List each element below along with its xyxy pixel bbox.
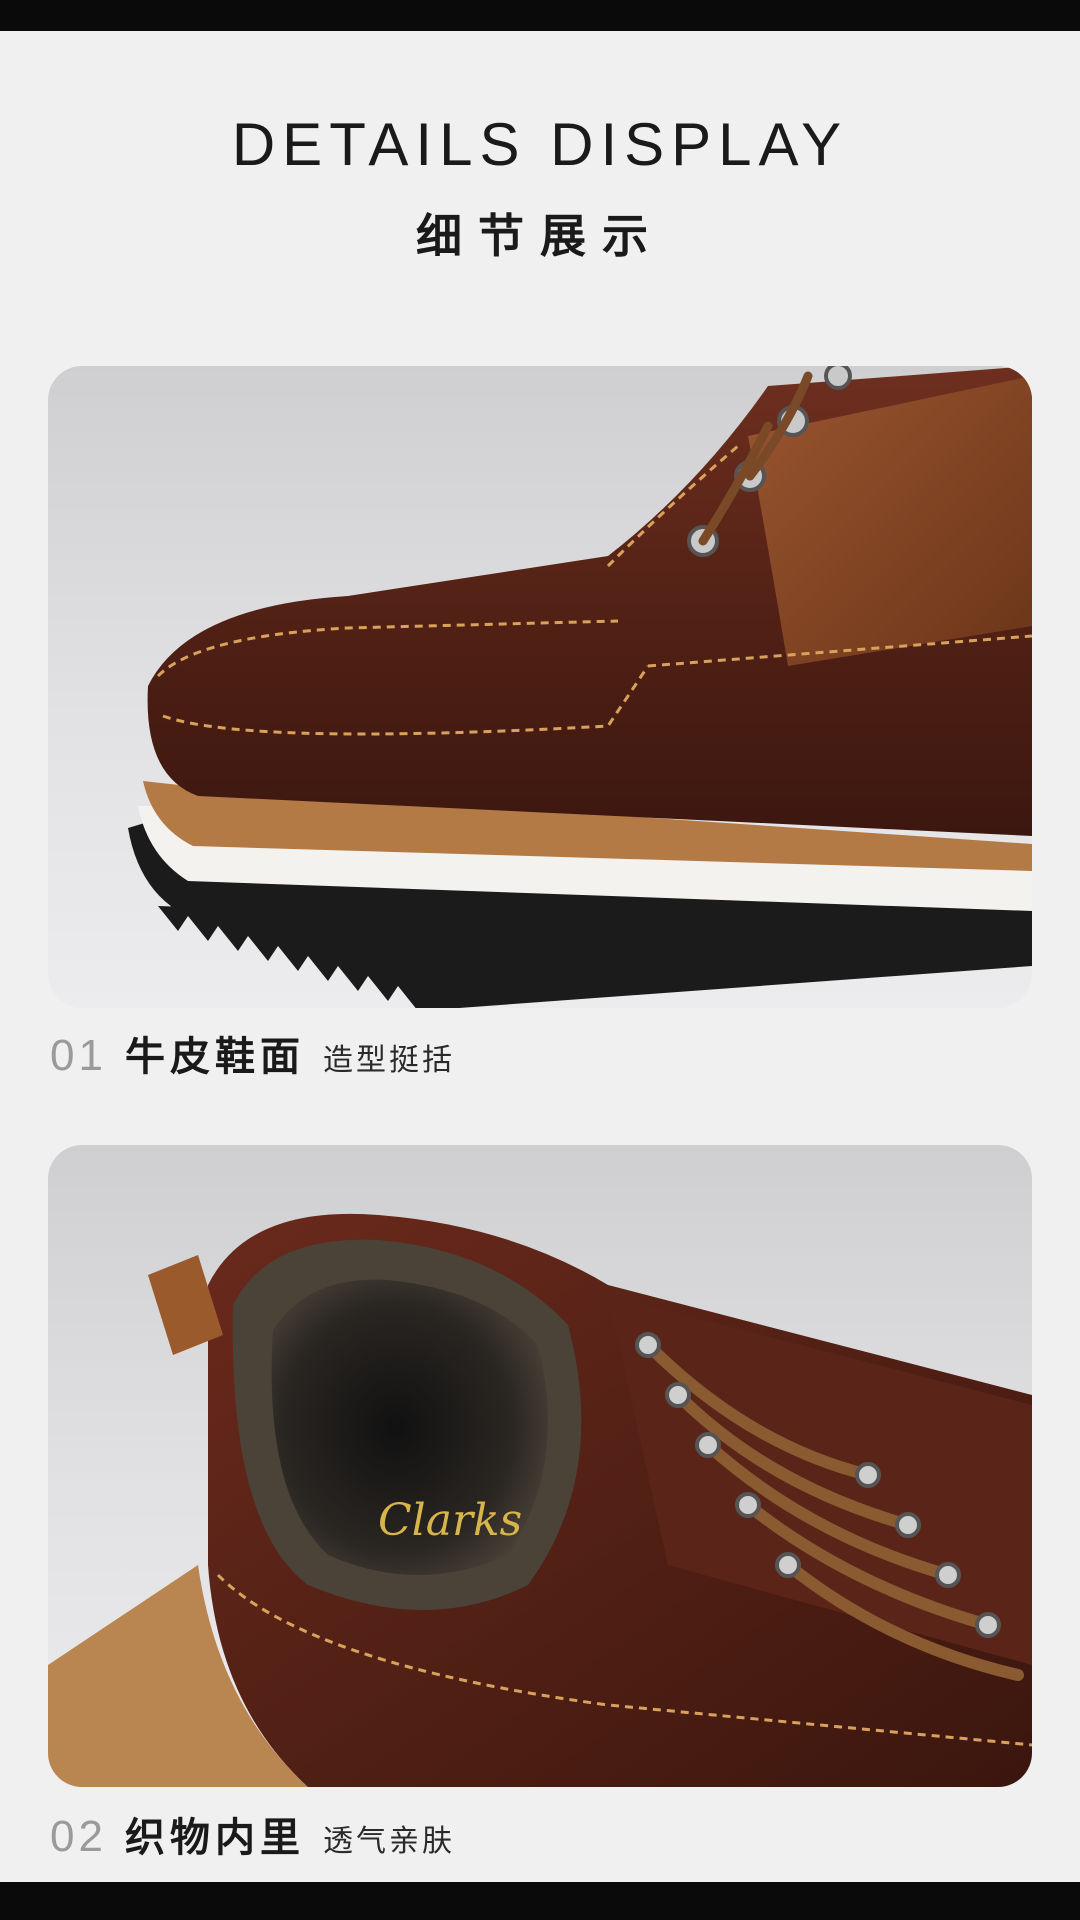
page-title-en: DETAILS DISPLAY xyxy=(231,111,849,178)
detail-image-leather-toe xyxy=(48,366,1032,1008)
shoe-toe-illustration xyxy=(128,366,1032,1008)
top-bar xyxy=(0,0,1080,31)
page-title-zh: 细节展示 xyxy=(416,209,664,263)
detail-number: 02 xyxy=(50,1812,107,1861)
brand-logo: Clarks xyxy=(378,1495,522,1546)
detail-subtitle: 透气亲肤 xyxy=(322,1824,455,1859)
detail-image-boot-lining: Clarks xyxy=(48,1145,1032,1787)
detail-caption-2: 02 织物内里 透气亲肤 xyxy=(50,1805,455,1863)
detail-subtitle: 造型挺括 xyxy=(322,1043,455,1078)
detail-title: 牛皮鞋面 xyxy=(124,1034,305,1080)
detail-title: 织物内里 xyxy=(124,1815,305,1861)
detail-caption-1: 01 牛皮鞋面 造型挺括 xyxy=(50,1024,455,1082)
boot-lining-illustration: Clarks xyxy=(48,1213,1032,1787)
bottom-bar xyxy=(0,1882,1080,1920)
detail-number: 01 xyxy=(50,1031,107,1080)
